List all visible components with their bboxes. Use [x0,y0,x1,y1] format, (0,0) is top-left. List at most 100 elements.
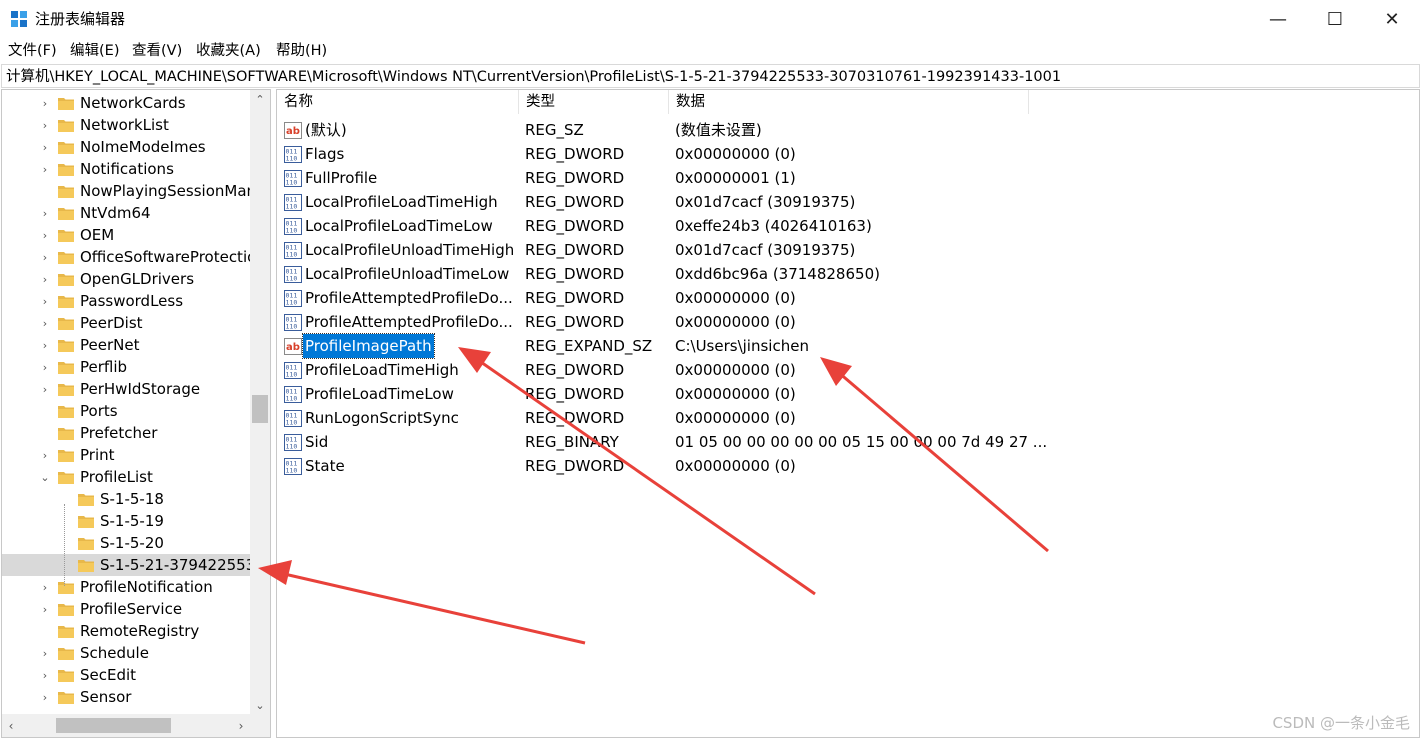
value-name: ProfileImagePath [302,333,435,359]
expand-chevron-icon[interactable]: › [38,114,52,136]
value-row[interactable]: 011 110 ProfileAttemptedProfileDo... REG_DW… [277,310,1277,334]
tree-key-item[interactable]: › Notifications [2,158,250,180]
menu-favorites[interactable]: 收藏夹(A) [196,41,261,61]
expand-chevron-icon[interactable]: › [38,356,52,378]
tree-key-item[interactable]: RemoteRegistry [2,620,250,642]
tree-key-item[interactable]: › ProfileNotification [2,576,250,598]
value-name: LocalProfileUnloadTimeHigh [305,241,515,259]
tree-key-item[interactable]: › NetworkList [2,114,250,136]
value-row[interactable]: 011 110 RunLogonScriptSync REG_DWORD 0x00000… [277,406,1277,430]
binary-value-icon: 011110 [284,170,302,187]
tree-key-item[interactable]: › PeerDist [2,312,250,334]
menu-view[interactable]: 查看(V) [132,41,182,61]
tree-key-item[interactable]: › Sensor [2,686,250,708]
address-bar[interactable]: 计算机\HKEY_LOCAL_MACHINE\SOFTWARE\Microsof… [1,64,1420,88]
tree-key-item[interactable]: › NtVdm64 [2,202,250,224]
expand-chevron-icon[interactable]: › [38,136,52,158]
value-name: LocalProfileLoadTimeLow [305,217,493,235]
menu-edit[interactable]: 编辑(E) [70,41,119,61]
expand-chevron-icon[interactable]: › [38,334,52,356]
value-row[interactable]: 011 110 LocalProfileUnloadTimeLow REG_DWORD… [277,262,1277,286]
expand-chevron-icon[interactable]: › [38,598,52,620]
tree-key-item[interactable]: › SecEdit [2,664,250,686]
tree-item-label: S-1-5-21-3794225533 [100,556,265,574]
key-tree-pane[interactable]: › NetworkCards › NetworkList › NoImeModeImes ›… [1,89,271,738]
tree-key-item[interactable]: › Schedule [2,642,250,664]
expand-chevron-icon[interactable]: › [38,202,52,224]
menu-file[interactable]: 文件(F) [8,41,57,61]
scroll-left-icon[interactable]: ‹ [2,714,20,737]
expand-chevron-icon[interactable]: › [38,224,52,246]
scroll-up-icon[interactable]: ⌃ [250,90,270,108]
tree-key-item[interactable]: › OpenGLDrivers [2,268,250,290]
collapse-chevron-icon[interactable]: ⌄ [38,466,52,488]
expand-chevron-icon[interactable]: › [38,268,52,290]
expand-chevron-icon[interactable]: › [38,576,52,598]
values-list-pane[interactable]: 名称 类型 数据 ab (默认) REG_SZ (数值未设置) 011 110 Flags R… [276,89,1420,738]
tree-key-item[interactable]: › ProfileService [2,598,250,620]
expand-chevron-icon[interactable]: › [38,444,52,466]
tree-subkey-item[interactable]: S-1-5-20 [2,532,250,554]
folder-icon [58,186,74,198]
folder-icon [58,230,74,242]
value-row[interactable]: ab ProfileImagePath REG_EXPAND_SZ C:\Users\… [277,333,1277,359]
tree-vertical-scrollbar[interactable]: ⌃ ⌄ [250,90,270,714]
value-row[interactable]: 011 110 FullProfile REG_DWORD 0x00000001 (1) [277,166,1277,190]
value-name: ProfileAttemptedProfileDo... [305,313,513,331]
value-row[interactable]: 011 110 LocalProfileUnloadTimeHigh REG_DWOR… [277,238,1277,262]
tree-key-item[interactable]: › NoImeModeImes [2,136,250,158]
expand-chevron-icon[interactable]: › [38,312,52,334]
value-row[interactable]: 011 110 LocalProfileLoadTimeHigh REG_DWORD 0… [277,190,1277,214]
value-row[interactable]: 011 110 ProfileLoadTimeLow REG_DWORD 0x00000… [277,382,1277,406]
tree-key-item[interactable]: › NetworkCards [2,92,250,114]
value-row[interactable]: 011 110 LocalProfileLoadTimeLow REG_DWORD 0x… [277,214,1277,238]
folder-icon [58,318,74,330]
tree-subkey-item[interactable]: S-1-5-19 [2,510,250,532]
value-row[interactable]: 011 110 State REG_DWORD 0x00000000 (0) [277,454,1277,478]
tree-subkey-item[interactable]: S-1-5-21-3794225533 [2,554,265,576]
tree-key-item[interactable]: › PeerNet [2,334,250,356]
binary-value-icon: 011110 [284,458,302,475]
close-button[interactable]: ✕ [1363,0,1421,38]
tree-key-item[interactable]: NowPlayingSessionManager [2,180,270,202]
tree-key-item[interactable]: › Perflib [2,356,250,378]
tree-key-item[interactable]: Ports [2,400,250,422]
tree-scroll-thumb[interactable] [252,395,268,423]
expand-chevron-icon[interactable]: › [38,92,52,114]
expand-chevron-icon[interactable]: › [38,158,52,180]
expand-chevron-icon[interactable]: › [38,378,52,400]
expand-chevron-icon[interactable]: › [38,246,52,268]
menu-help[interactable]: 帮助(H) [276,41,327,61]
menu-bar: 文件(F) 编辑(E) 查看(V) 收藏夹(A) 帮助(H) [0,38,1424,64]
tree-key-item[interactable]: › OfficeSoftwareProtectionPlatform [2,246,270,268]
binary-value-icon: 011110 [284,386,302,403]
value-row[interactable]: ab (默认) REG_SZ (数值未设置) [277,118,1277,142]
tree-key-item[interactable]: › Print [2,444,250,466]
expand-chevron-icon[interactable]: › [38,642,52,664]
value-row[interactable]: 011 110 ProfileAttemptedProfileDo... REG_DW… [277,286,1277,310]
minimize-button[interactable]: — [1249,0,1307,38]
value-row[interactable]: 011 110 Flags REG_DWORD 0x00000000 (0) [277,142,1277,166]
svg-text:110: 110 [286,227,298,235]
column-name-header[interactable]: 名称 [277,90,519,114]
expand-chevron-icon[interactable]: › [38,686,52,708]
maximize-button[interactable]: ☐ [1306,0,1364,38]
tree-hscroll-thumb[interactable] [56,718,171,733]
tree-subkey-item[interactable]: S-1-5-18 [2,488,250,510]
expand-chevron-icon[interactable]: › [38,290,52,312]
folder-icon [58,450,74,462]
expand-chevron-icon[interactable]: › [38,664,52,686]
scroll-right-icon[interactable]: › [232,714,250,737]
value-row[interactable]: 011 110 Sid REG_BINARY 01 05 00 00 00 00 00 … [277,430,1277,454]
tree-horizontal-scrollbar[interactable]: ‹ › [2,714,250,737]
tree-key-item[interactable]: › PasswordLess [2,290,250,312]
svg-text:ab: ab [286,342,300,353]
tree-key-item[interactable]: ⌄ ProfileList [2,466,250,488]
column-type-header[interactable]: 类型 [519,90,669,114]
tree-key-item[interactable]: › OEM [2,224,250,246]
value-row[interactable]: 011 110 ProfileLoadTimeHigh REG_DWORD 0x0000… [277,358,1277,382]
tree-key-item[interactable]: › PerHwIdStorage [2,378,250,400]
tree-key-item[interactable]: Prefetcher [2,422,250,444]
scroll-down-icon[interactable]: ⌄ [250,696,270,714]
column-data-header[interactable]: 数据 [669,90,1029,114]
